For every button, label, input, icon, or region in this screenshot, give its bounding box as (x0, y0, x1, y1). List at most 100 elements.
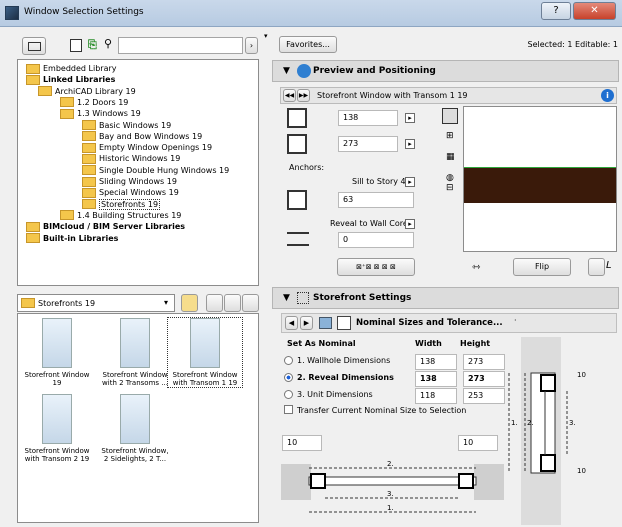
nominal-radio[interactable] (284, 373, 293, 382)
flip-button[interactable]: Flip (513, 258, 571, 276)
tree-item[interactable]: Empty Window Openings 19 (82, 142, 212, 153)
section-diagram: 10 10 1. 2. 3. (508, 337, 586, 525)
reveal-arrow-icon[interactable]: ▸ (405, 219, 415, 229)
tree-item[interactable]: Storefronts 19 (82, 198, 161, 210)
dropdown-arrow-icon[interactable]: ▾ (264, 32, 268, 40)
plan-frame-left (310, 473, 326, 489)
sill-field[interactable]: 63 (338, 192, 414, 208)
height-icon (287, 134, 307, 154)
object-item[interactable]: Storefront Window with Transom 1 19 (167, 317, 243, 388)
chevron-down-icon: ▾ (164, 298, 169, 307)
favorites-button[interactable]: Favorites... (279, 36, 337, 53)
library-tree[interactable]: Embedded Library Linked Libraries ArchiCAD… (17, 59, 259, 286)
object-item[interactable]: Storefront Window, 2 Sidelights, 2 T... (98, 394, 172, 463)
tree-item[interactable]: Embedded Library (26, 63, 117, 74)
storefront-header[interactable]: ▼ Storefront Settings (272, 287, 619, 309)
sill-arrow-icon[interactable]: ▸ (405, 177, 415, 187)
tree-item[interactable]: Sliding Windows 19 (82, 176, 177, 187)
reveal-field[interactable]: 0 (338, 232, 414, 248)
section-view-icon[interactable]: ⊞ (446, 131, 454, 141)
sill-icon (287, 190, 307, 210)
tree-item-label: Bay and Bow Windows 19 (99, 131, 203, 141)
object-label-line1: Storefront Window (102, 371, 168, 379)
nominal-height-field[interactable]: 253 (463, 388, 505, 404)
object-thumbnail (120, 394, 150, 444)
tree-item[interactable]: 1.2 Doors 19 (60, 97, 128, 108)
preview-window-model (464, 167, 616, 203)
page-options-icon[interactable] (319, 317, 332, 329)
reveal-label: Reveal to Wall Core (330, 219, 408, 228)
close-button[interactable]: ✕ (573, 2, 616, 20)
title-bar: Window Selection Settings ? ✕ (0, 0, 622, 27)
list-view-icon[interactable] (242, 294, 259, 312)
object-item[interactable]: Storefront Window with 2 Transoms ... (98, 318, 172, 387)
nominal-width-field[interactable]: 118 (415, 388, 457, 404)
tree-item[interactable]: 1.4 Building Structures 19 (60, 210, 181, 221)
page-next-button[interactable]: ▶ (300, 316, 313, 330)
height-field[interactable]: 273 (338, 136, 398, 152)
search-icon[interactable]: ⚲ (104, 37, 112, 50)
tree-item[interactable]: 1.3 Windows 19 (60, 108, 141, 119)
mirror-l-icon[interactable]: L (606, 260, 612, 271)
linked-library-icon[interactable]: ⎘ (88, 38, 97, 52)
plan-view-icon[interactable] (442, 108, 458, 124)
plan-wall-right (474, 464, 504, 500)
tree-item-label: Storefronts 19 (99, 198, 161, 210)
tree-item[interactable]: Single Double Hung Windows 19 (82, 165, 229, 176)
thumbnail-view-icon[interactable] (206, 294, 223, 312)
tree-item[interactable]: Historic Windows 19 (82, 153, 180, 164)
object-label-line1: Storefront Window (24, 447, 90, 455)
nominal-height-field[interactable]: 273 (463, 354, 505, 370)
storefront-title: Storefront Settings (313, 293, 412, 303)
folder-icon (82, 199, 96, 210)
axonometric-view-icon[interactable]: ⊟ (446, 183, 454, 193)
object-item[interactable]: Storefront Window 19 (20, 318, 94, 387)
tolerance-left-field[interactable]: 10 (282, 435, 322, 451)
page-label[interactable]: Nominal Sizes and Tolerance... (356, 318, 503, 328)
mirror-icon[interactable]: ⇿ (472, 262, 480, 273)
preview-header[interactable]: ▼ Preview and Positioning (272, 60, 619, 82)
preview-title: Preview and Positioning (313, 66, 436, 76)
sill-label: Sill to Story 4 (352, 177, 406, 186)
tree-item[interactable]: Basic Windows 19 (82, 120, 171, 131)
anchor-mode-buttons[interactable]: ⊠⁺⊠ ⊠ ⊠ ⊠ (337, 258, 415, 276)
width-arrow-icon[interactable]: ▸ (405, 113, 415, 123)
help-button[interactable]: ? (541, 2, 571, 20)
nominal-radio[interactable] (284, 390, 293, 399)
width-field[interactable]: 138 (338, 110, 398, 126)
italic-l-icon[interactable] (588, 258, 605, 276)
tree-item[interactable]: Linked Libraries (26, 74, 115, 85)
chevron-right-icon[interactable]: › (245, 37, 258, 54)
plan-wall-left (281, 464, 311, 500)
info-icon[interactable]: i (601, 89, 614, 102)
height-arrow-icon[interactable]: ▸ (405, 139, 415, 149)
tree-item-label: Embedded Library (43, 64, 117, 73)
nominal-height-field[interactable]: 273 (463, 371, 505, 387)
view-mode-button[interactable] (22, 37, 46, 55)
folder-icon (21, 298, 35, 308)
3d-view-icon[interactable]: ◍ (446, 173, 454, 183)
tree-item[interactable]: BIMcloud / BIM Server Libraries (26, 221, 185, 232)
transfer-checkbox[interactable] (284, 405, 293, 414)
object-item[interactable]: Storefront Window with Transom 2 19 (20, 394, 94, 463)
nominal-radio[interactable] (284, 356, 293, 365)
folder-dropdown[interactable]: Storefronts 19 ▾ (17, 294, 175, 312)
tree-item[interactable]: Built-in Libraries (26, 233, 118, 244)
detail-view-icon[interactable] (224, 294, 241, 312)
object-grid[interactable]: Storefront Window 19 Storefront Window with… (17, 313, 259, 523)
page-prev-button[interactable]: ◀ (285, 316, 298, 330)
library-manager-icon[interactable] (70, 39, 82, 52)
tree-item[interactable]: Bay and Bow Windows 19 (82, 131, 202, 142)
elevation-view-icon[interactable]: ▦ (446, 152, 455, 162)
tree-item[interactable]: Special Windows 19 (82, 187, 179, 198)
next-object-button[interactable]: ▶▶ (297, 89, 310, 102)
search-input[interactable] (118, 37, 243, 54)
prev-object-button[interactable]: ◀◀ (283, 89, 296, 102)
nominal-width-field[interactable]: 138 (415, 354, 457, 370)
folder-up-button[interactable] (181, 294, 198, 312)
folder-icon (82, 142, 96, 153)
tree-item[interactable]: ArchiCAD Library 19 (38, 86, 136, 97)
tolerance-right-field[interactable]: 10 (458, 435, 498, 451)
page-dropdown-marker[interactable]: · (514, 316, 517, 325)
nominal-width-field[interactable]: 138 (415, 371, 457, 387)
